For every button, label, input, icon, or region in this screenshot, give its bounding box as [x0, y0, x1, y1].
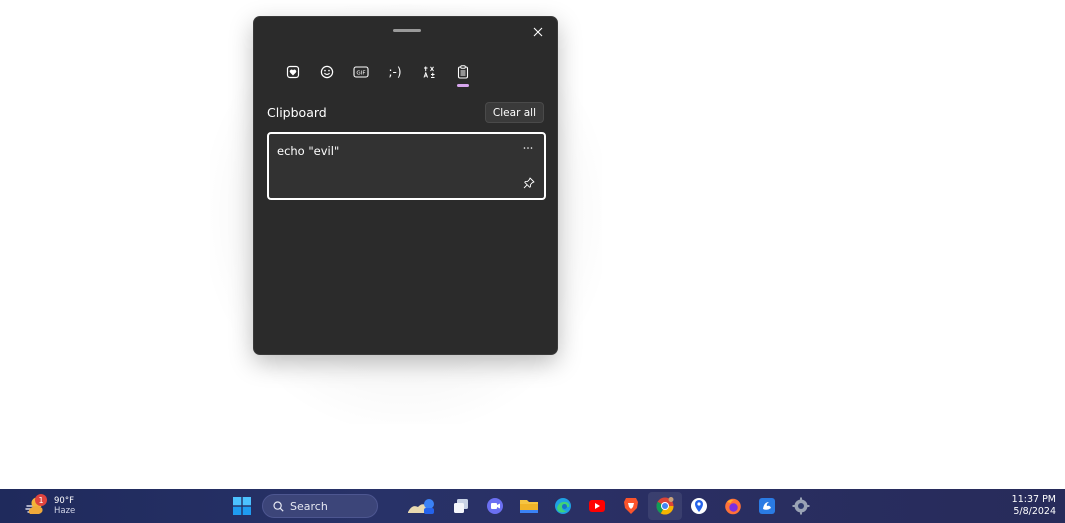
weather-badge: 1 — [35, 494, 47, 506]
tab-kaomoji[interactable]: ;-) — [378, 57, 412, 87]
kaomoji-icon: ;-) — [388, 65, 402, 79]
taskbar-app-firefox[interactable] — [716, 492, 750, 520]
pin-icon — [523, 177, 535, 189]
panel-tabs: GIF ;-) — [276, 57, 480, 87]
emoji-clipboard-panel: GIF ;-) Clipboard Clear all echo "evil" — [253, 16, 558, 355]
clipboard-item-text: echo "evil" — [277, 144, 340, 158]
taskbar-app-maps[interactable] — [682, 492, 716, 520]
firefox-icon — [725, 498, 741, 515]
windows-logo-icon — [233, 497, 251, 515]
tab-symbols[interactable] — [412, 57, 446, 87]
gif-icon: GIF — [353, 66, 369, 78]
weather-temp: 90°F — [54, 496, 74, 506]
task-view-icon — [454, 499, 468, 513]
gear-icon — [792, 497, 810, 515]
taskbar-app-settings[interactable] — [784, 492, 818, 520]
taskbar-app-photos[interactable] — [750, 492, 784, 520]
tab-emoji[interactable] — [310, 57, 344, 87]
taskbar-search[interactable]: Search — [262, 494, 378, 518]
taskbar-app-file-explorer[interactable] — [512, 492, 546, 520]
taskbar-center: Search — [228, 492, 818, 520]
close-icon — [533, 27, 543, 37]
folder-icon — [520, 500, 538, 513]
youtube-icon — [589, 500, 605, 512]
search-icon — [273, 500, 284, 512]
taskbar-app-chat[interactable] — [478, 492, 512, 520]
gif-label: GIF — [356, 70, 365, 76]
clipboard-icon — [457, 65, 469, 79]
chat-icon — [487, 498, 503, 514]
clear-all-button[interactable]: Clear all — [484, 102, 544, 123]
smiley-icon — [320, 65, 334, 79]
maps-icon — [691, 498, 707, 514]
tab-gif[interactable]: GIF — [344, 57, 378, 87]
edge-icon — [555, 498, 571, 514]
tab-clipboard[interactable] — [446, 57, 480, 87]
drag-handle[interactable] — [393, 29, 421, 32]
symbols-icon — [423, 66, 435, 78]
active-tab-indicator — [457, 84, 469, 87]
weather-widget[interactable]: 1 90°F Haze — [24, 493, 75, 519]
clock-date: 5/8/2024 — [1013, 506, 1056, 517]
app-icon — [759, 498, 775, 514]
more-options-button[interactable] — [520, 140, 536, 156]
weather-condition: Haze — [54, 506, 76, 516]
taskbar-clock[interactable]: 11:37 PM 5/8/2024 — [1012, 494, 1056, 518]
taskbar: 1 90°F Haze Search 11:37 PM 5/8/2024 — [0, 489, 1065, 523]
chrome-icon — [656, 497, 674, 515]
clipboard-item[interactable]: echo "evil" — [267, 132, 546, 200]
brave-icon — [624, 498, 638, 514]
widgets-icon — [408, 499, 434, 514]
tab-stickers[interactable] — [276, 57, 310, 87]
section-title: Clipboard — [267, 105, 327, 120]
heart-sticker-icon — [286, 65, 300, 79]
taskbar-app-chrome[interactable] — [648, 492, 682, 520]
desktop: GIF ;-) Clipboard Clear all echo "evil" — [0, 0, 1065, 489]
taskbar-app-edge[interactable] — [546, 492, 580, 520]
taskbar-app-youtube[interactable] — [580, 492, 614, 520]
start-button[interactable] — [228, 492, 256, 520]
taskbar-app-task-view[interactable] — [444, 492, 478, 520]
weather-icon: 1 — [24, 493, 50, 519]
search-label: Search — [290, 499, 328, 513]
weather-text: 90°F Haze — [54, 496, 75, 516]
pin-button[interactable] — [521, 175, 537, 191]
taskbar-app-widgets[interactable] — [400, 492, 444, 520]
taskbar-app-brave[interactable] — [614, 492, 648, 520]
more-icon — [523, 147, 533, 149]
close-button[interactable] — [527, 21, 549, 43]
clock-time: 11:37 PM — [1011, 494, 1056, 505]
